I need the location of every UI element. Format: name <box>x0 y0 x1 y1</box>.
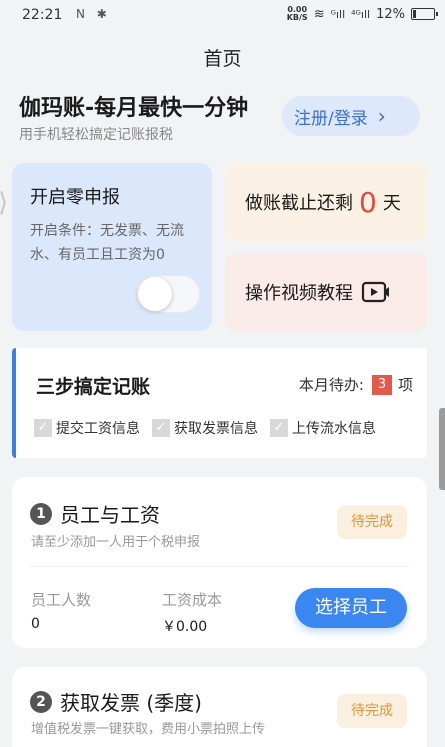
battery-icon <box>411 8 438 20</box>
status-badge: 待完成 <box>337 694 407 728</box>
divider <box>30 566 409 567</box>
pending-count-badge: 3 <box>371 374 392 395</box>
wifi-icon: ≋ <box>313 6 325 22</box>
network-speed-unit: KB/S <box>286 13 308 22</box>
status-bar: 22:21 N ✱ 0.00 KB/S ≋ ᴳıll ⁴ᴳıll 12% <box>0 0 445 32</box>
toggle-knob <box>138 277 172 311</box>
hero-title: 伽玛账-每月最快一分钟 <box>19 96 249 121</box>
step-label: 获取发票信息 <box>174 421 258 437</box>
chevron-right-icon: › <box>377 104 386 128</box>
stat-label: 工资成本 <box>162 591 223 609</box>
steps-checklist: ✓ 提交工资信息 ✓ 获取发票信息 ✓ 上传流水信息 <box>34 418 376 438</box>
select-employee-button[interactable]: 选择员工 <box>295 588 407 628</box>
step-label: 上传流水信息 <box>292 421 376 437</box>
employee-count-stat: 员工人数 0 <box>31 589 91 632</box>
invoice-card-subtitle: 增值税发票一键获取，费用小票拍照上传 <box>31 722 266 737</box>
deadline-days: 0 <box>359 185 377 219</box>
zero-report-card: 开启零申报 开启条件：无发票、无流水、有员工且工资为0 <box>12 163 212 331</box>
page-title: 首页 <box>203 48 242 70</box>
employee-card-header: 1 员工与工资 <box>30 499 160 528</box>
status-time: 22:21 <box>22 7 63 23</box>
network-speed: 0.00 KB/S <box>287 6 308 22</box>
invoice-card-title: 获取发票 (季度) <box>60 691 202 715</box>
step-invoice-check[interactable]: ✓ 获取发票信息 <box>152 418 258 438</box>
stat-value: 0 <box>31 616 40 632</box>
hero-subtitle: 用手机轻松搞定记账报税 <box>19 127 173 143</box>
stat-label: 员工人数 <box>31 591 92 609</box>
step-label: 提交工资信息 <box>56 421 140 437</box>
pending-label: 本月待办: <box>298 376 364 394</box>
deadline-suffix: 天 <box>382 193 401 214</box>
employee-card-subtitle: 请至少添加一人用于个税申报 <box>31 535 201 550</box>
salary-cost-stat: 工资成本 ￥0.00 <box>162 589 222 636</box>
three-steps-panel: 三步搞定记账 本月待办: 3 项 ✓ 提交工资信息 ✓ 获取发票信息 ✓ 上传流水信息 <box>12 348 427 458</box>
notification-icons: N ✱ <box>76 7 111 21</box>
pending-unit: 项 <box>397 376 413 394</box>
step-number-badge: 1 <box>30 502 52 525</box>
steps-title: 三步搞定记账 <box>36 376 151 398</box>
login-register-button[interactable]: 注册/登录 › <box>282 96 420 136</box>
deadline-prefix: 做账截止还剩 <box>245 193 353 214</box>
invoice-card-header: 2 获取发票 (季度) <box>30 687 202 716</box>
status-badge: 待完成 <box>337 505 407 539</box>
signal-4g-icon: ⁴ᴳıll <box>351 7 371 21</box>
zero-report-title: 开启零申报 <box>30 187 120 208</box>
stat-value: ￥0.00 <box>162 619 208 635</box>
step-number-badge: 2 <box>30 690 52 713</box>
side-drawer-handle-icon[interactable]: ⟩ <box>0 188 8 218</box>
login-label: 注册/登录 <box>294 108 368 129</box>
zero-report-desc: 开启条件：无发票、无流水、有员工且工资为0 <box>30 223 184 263</box>
checkbox-icon: ✓ <box>270 419 288 437</box>
zero-report-toggle[interactable] <box>136 275 200 313</box>
video-tutorial-label: 操作视频教程 <box>245 283 353 304</box>
step-bank-check[interactable]: ✓ 上传流水信息 <box>270 418 376 438</box>
signal-icon: ᴳıll <box>330 7 346 21</box>
status-right: 0.00 KB/S ≋ ᴳıll ⁴ᴳıll 12% <box>287 6 438 22</box>
invoice-card: 2 获取发票 (季度) 增值税发票一键获取，费用小票拍照上传 待完成 <box>12 667 427 747</box>
scroll-indicator[interactable] <box>439 408 445 490</box>
employee-salary-card: 1 员工与工资 请至少添加一人用于个税申报 待完成 员工人数 0 工资成本 ￥0… <box>12 477 427 648</box>
video-play-icon <box>361 281 389 303</box>
step-salary-check[interactable]: ✓ 提交工资信息 <box>34 418 140 438</box>
checkbox-icon: ✓ <box>34 419 52 437</box>
monthly-pending: 本月待办: 3 项 <box>299 374 413 395</box>
deadline-card[interactable]: 做账截止还剩 0 天 <box>225 163 427 241</box>
employee-card-title: 员工与工资 <box>60 503 160 527</box>
video-tutorial-card[interactable]: 操作视频教程 <box>225 253 427 331</box>
checkbox-icon: ✓ <box>152 419 170 437</box>
battery-percent: 12% <box>376 6 405 22</box>
